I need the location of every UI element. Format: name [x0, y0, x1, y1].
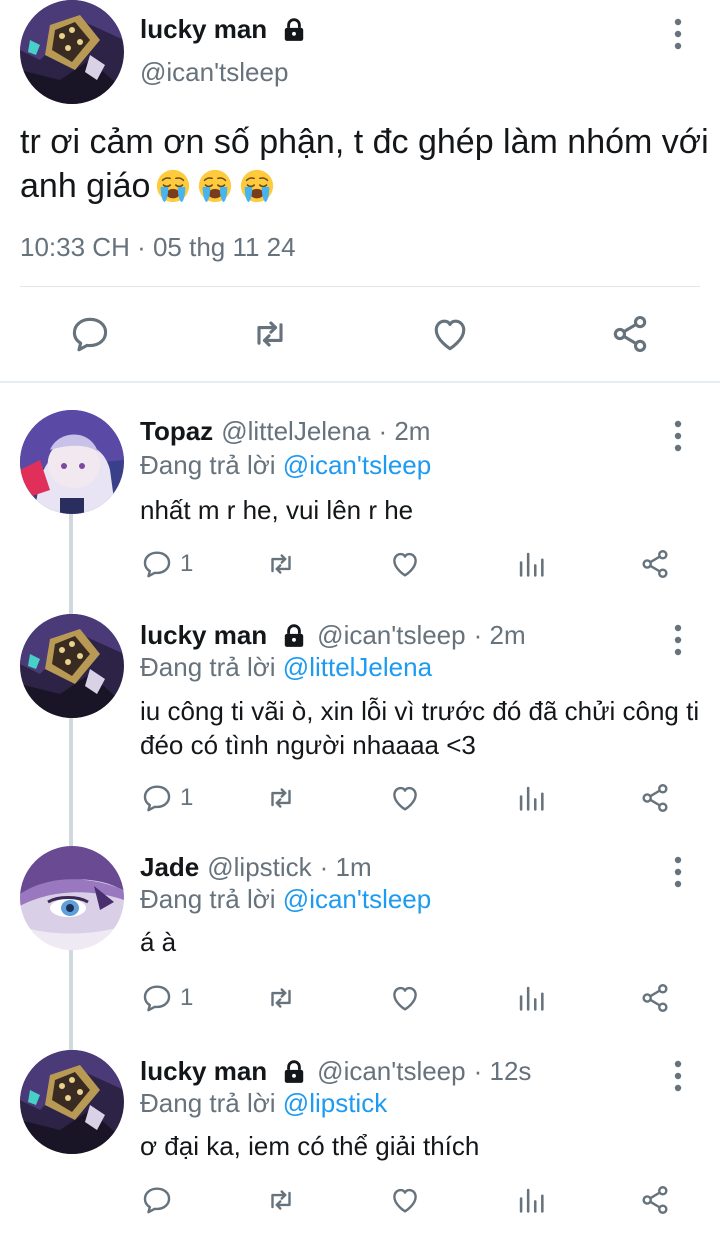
reply-button[interactable]: 1 — [140, 780, 193, 816]
section-separator — [0, 381, 720, 383]
replying-to: Đang trả lời @littelJelena — [140, 652, 432, 683]
share-icon[interactable] — [638, 980, 672, 1016]
reply-text: iu công ti vãi ò, xin lỗi vì trước đó đã… — [140, 696, 700, 760]
lock-icon — [281, 623, 307, 649]
stats-icon[interactable] — [514, 980, 548, 1016]
reply-header: Topaz @littelJelena · 2m — [140, 416, 430, 447]
relative-time: · 12s — [473, 1056, 532, 1086]
more-options-icon[interactable] — [666, 1056, 690, 1096]
reply-header: lucky man @ican'tsleep · 12s — [140, 1056, 531, 1087]
mention-link[interactable]: @ican'tsleep — [283, 450, 431, 480]
like-icon[interactable] — [388, 1182, 422, 1218]
like-icon[interactable] — [388, 980, 422, 1016]
handle[interactable]: @ican'tsleep — [140, 57, 288, 88]
handle[interactable]: @littelJelena — [221, 416, 370, 447]
avatar[interactable] — [20, 410, 124, 514]
divider — [20, 286, 700, 287]
replying-to: Đang trả lời @ican'tsleep — [140, 884, 431, 915]
handle[interactable]: @lipstick — [207, 852, 311, 883]
mention-link[interactable]: @littelJelena — [283, 652, 432, 682]
loudly-crying-face-icon — [238, 167, 276, 205]
avatar[interactable] — [20, 846, 124, 950]
reply-icon[interactable] — [68, 312, 112, 356]
share-icon[interactable] — [638, 1182, 672, 1218]
share-icon[interactable] — [638, 780, 672, 816]
thread-line — [69, 514, 73, 614]
retweet-icon[interactable] — [264, 780, 298, 816]
retweet-icon[interactable] — [248, 312, 292, 356]
display-name[interactable]: Topaz — [140, 416, 213, 447]
retweet-icon[interactable] — [264, 980, 298, 1016]
stats-icon[interactable] — [514, 1182, 548, 1218]
display-name[interactable]: Jade — [140, 852, 199, 883]
like-icon[interactable] — [388, 780, 422, 816]
replying-label: Đang trả lời — [140, 450, 276, 480]
relative-time: · 1m — [319, 852, 372, 882]
lock-icon — [281, 17, 307, 43]
timestamp[interactable]: 10:33 CH · 05 thg 11 24 — [20, 232, 296, 263]
mention-link[interactable]: @lipstick — [283, 1088, 387, 1118]
display-name[interactable]: lucky man — [140, 14, 267, 45]
lock-icon — [281, 1059, 307, 1085]
thread-line — [69, 718, 73, 846]
retweet-icon[interactable] — [264, 546, 298, 582]
reply-header: lucky man @ican'tsleep · 2m — [140, 620, 526, 651]
more-options-icon[interactable] — [666, 14, 690, 54]
reply-text: ơ đại ka, iem có thể giải thích — [140, 1131, 480, 1161]
share-icon[interactable] — [638, 546, 672, 582]
stats-icon[interactable] — [514, 780, 548, 816]
display-name[interactable]: lucky man — [140, 1056, 267, 1087]
avatar[interactable] — [20, 0, 124, 104]
avatar[interactable] — [20, 614, 124, 718]
handle[interactable]: @ican'tsleep — [317, 1056, 465, 1087]
thread-line — [69, 950, 73, 1050]
main-tweet: lucky man @ican'tsleep tr ơi cảm ơn số p… — [0, 0, 720, 383]
relative-time: · 2m — [378, 416, 431, 446]
share-icon[interactable] — [608, 312, 652, 356]
replying-label: Đang trả lời — [140, 884, 276, 914]
retweet-icon[interactable] — [264, 1182, 298, 1218]
reply-icon — [140, 781, 174, 815]
tweet-body: tr ơi cảm ơn số phận, t đc ghép làm nhóm… — [20, 120, 710, 208]
reply-icon — [140, 547, 174, 581]
more-options-icon[interactable] — [666, 416, 690, 456]
reply-count: 1 — [180, 984, 194, 1011]
replying-to: Đang trả lời @lipstick — [140, 1088, 387, 1119]
replying-to: Đang trả lời @ican'tsleep — [140, 450, 431, 481]
reply-count: 1 — [180, 784, 194, 811]
reply-count: 1 — [180, 550, 194, 577]
like-icon[interactable] — [388, 546, 422, 582]
reply-icon[interactable] — [140, 1182, 174, 1218]
reply-button[interactable]: 1 — [140, 546, 193, 582]
tweet-text: tr ơi cảm ơn số phận, t đc ghép làm nhóm… — [20, 123, 709, 205]
like-icon[interactable] — [428, 312, 472, 356]
reply-text: nhất m r he, vui lên r he — [140, 495, 414, 525]
avatar[interactable] — [20, 1050, 124, 1154]
more-options-icon[interactable] — [666, 620, 690, 660]
relative-time: · 2m — [473, 620, 526, 650]
replying-label: Đang trả lời — [140, 652, 276, 682]
loudly-crying-face-icon — [154, 167, 192, 205]
reply-icon — [140, 981, 174, 1015]
handle[interactable]: @ican'tsleep — [317, 620, 465, 651]
author-name-line: lucky man — [140, 14, 307, 45]
display-name[interactable]: lucky man — [140, 620, 267, 651]
reply-text: á à — [140, 927, 177, 957]
stats-icon[interactable] — [514, 546, 548, 582]
reply-header: Jade @lipstick · 1m — [140, 852, 372, 883]
replying-label: Đang trả lời — [140, 1088, 276, 1118]
reply-button[interactable]: 1 — [140, 980, 193, 1016]
mention-link[interactable]: @ican'tsleep — [283, 884, 431, 914]
more-options-icon[interactable] — [666, 852, 690, 892]
loudly-crying-face-icon — [196, 167, 234, 205]
